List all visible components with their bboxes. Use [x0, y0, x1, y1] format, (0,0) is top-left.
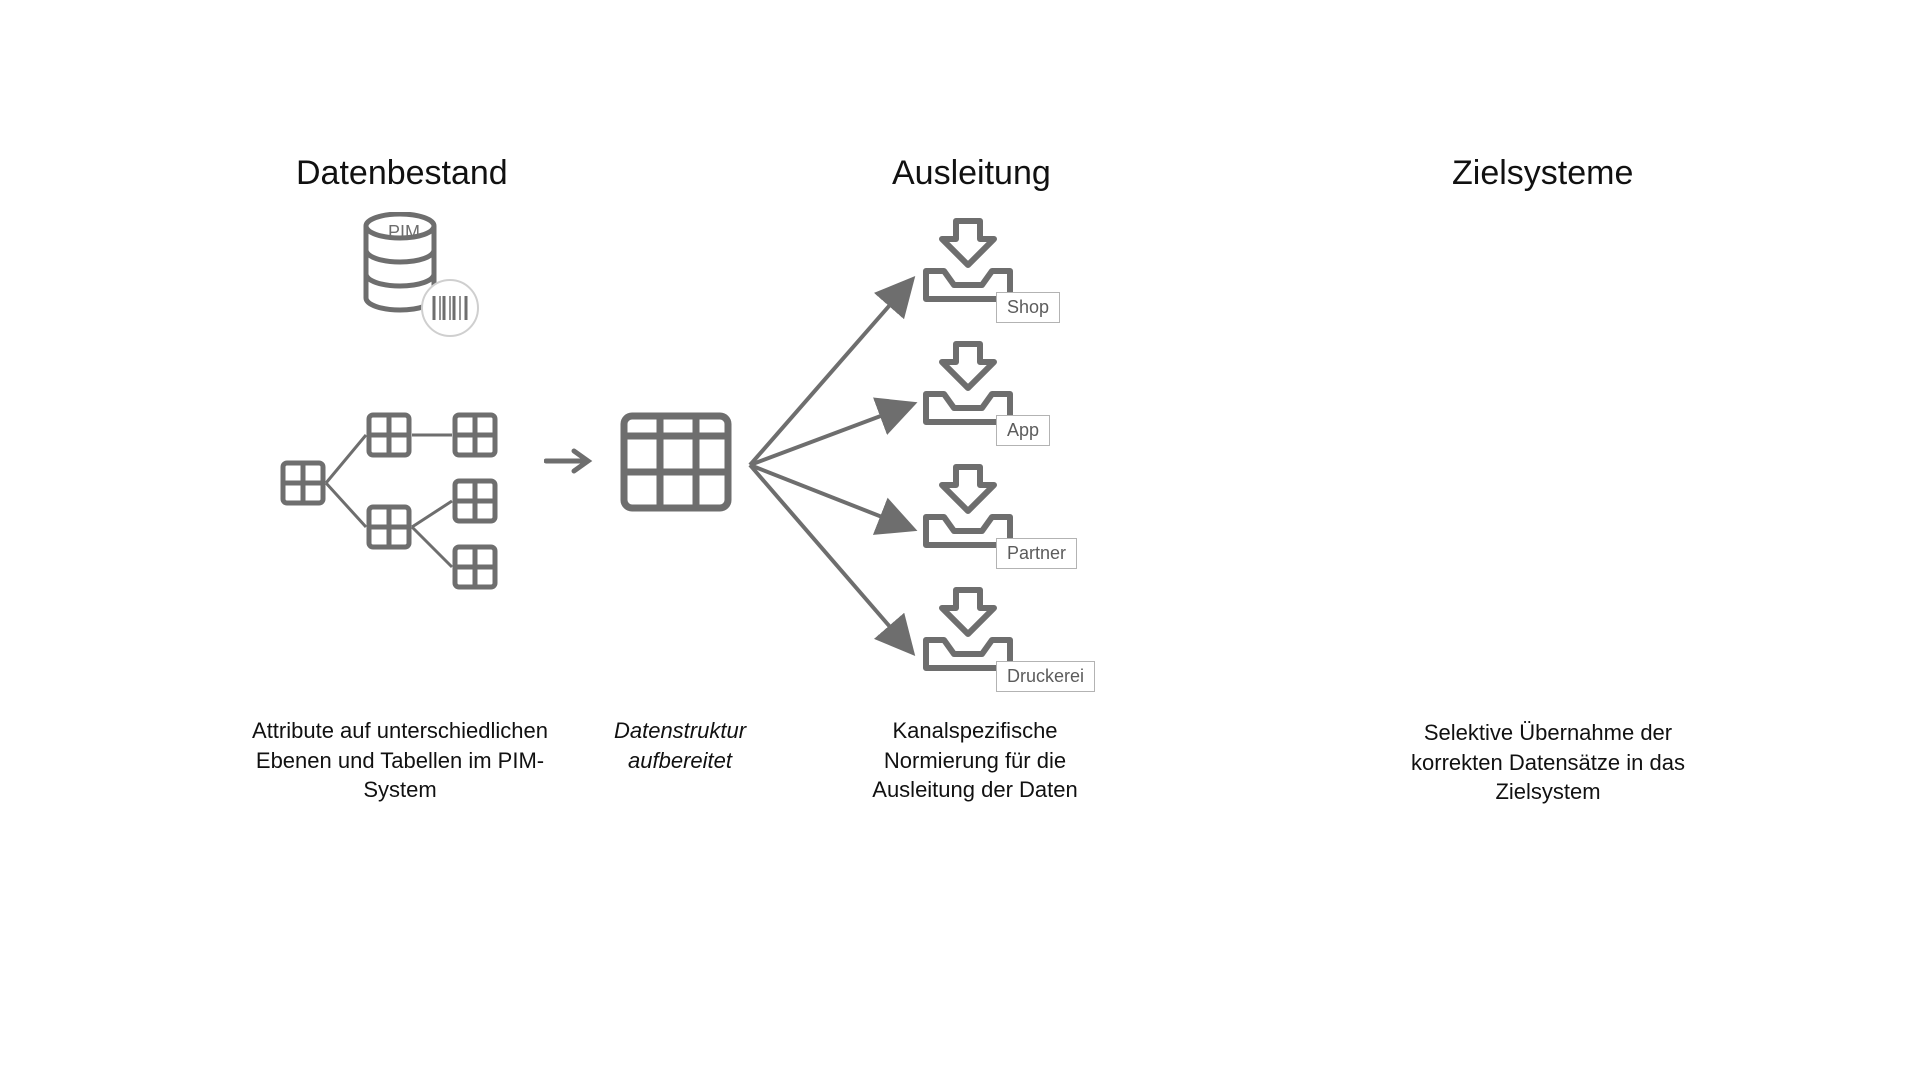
heading-zielsysteme: Zielsysteme: [1452, 154, 1633, 193]
tree-connectors: [280, 408, 510, 598]
arrow-icon: [544, 448, 600, 474]
barcode-icon: [420, 278, 480, 338]
fan-arrows: [740, 230, 940, 700]
badge-partner: Partner: [996, 538, 1077, 569]
heading-ausleitung: Ausleitung: [892, 154, 1051, 193]
grid-large-icon: [620, 412, 732, 512]
caption-normierung: Kanalspezifische Normierung für die Ausl…: [840, 716, 1110, 805]
caption-attributes: Attribute auf unterschiedlichen Ebenen u…: [240, 716, 560, 805]
badge-druckerei: Druckerei: [996, 661, 1095, 692]
badge-shop: Shop: [996, 292, 1060, 323]
heading-datenbestand: Datenbestand: [296, 154, 508, 193]
badge-app: App: [996, 415, 1050, 446]
pim-label: PIM: [388, 222, 420, 243]
caption-selektiv: Selektive Übernahme der korrekten Datens…: [1398, 718, 1698, 807]
caption-struktur: Datenstruktur aufbereitet: [590, 716, 770, 775]
diagram-canvas: Datenbestand Ausleitung Zielsysteme PIM: [0, 0, 1920, 1080]
